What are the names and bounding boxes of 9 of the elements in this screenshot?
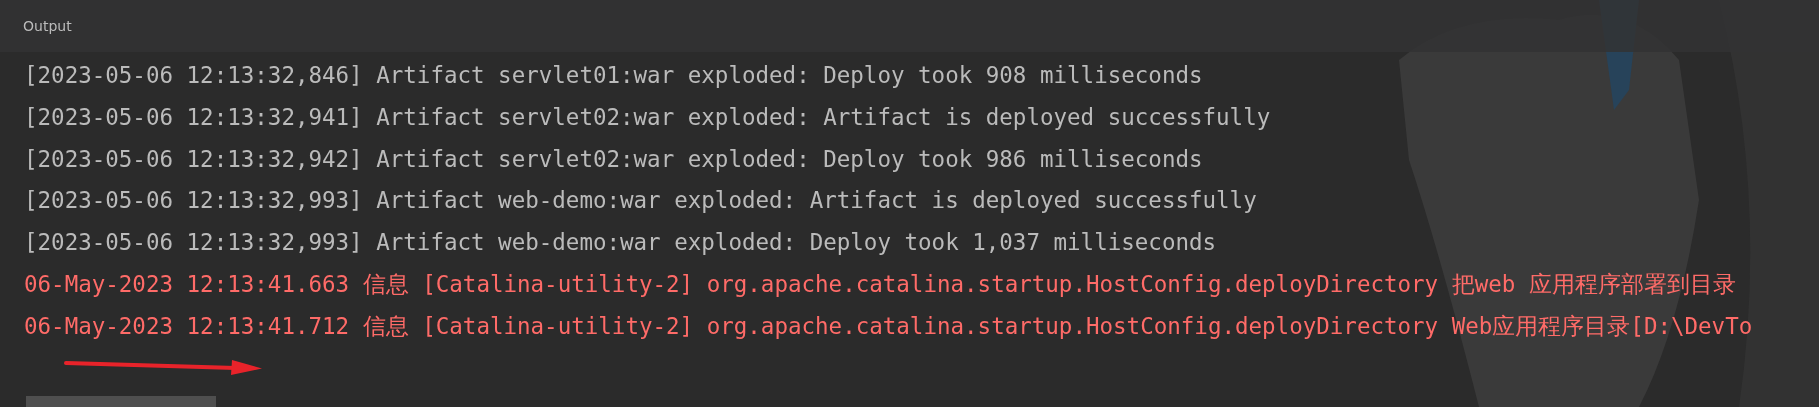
log-line: [2023-05-06 12:13:32,941] Artifact servlet02:war exploded: Artifact is deployed successfully — [24, 102, 1271, 132]
log-line: 06-May-2023 12:13:41.712 信息 [Catalina-utility-2] org.apache.catalina.startup.HostConfig.deployDirectory Web应用程序目录[D:\DevTo — [24, 311, 1753, 341]
log-line: 06-May-2023 12:13:41.663 信息 [Catalina-utility-2] org.apache.catalina.startup.HostConfig.deployDirectory 把web 应用程序部署到目录 — [24, 270, 1736, 299]
scrollbar-thumb[interactable] — [26, 396, 216, 407]
log-line: [2023-05-06 12:13:32,993] Artifact web-demo:war exploded: Artifact is deployed successfully — [24, 186, 1257, 216]
log-line: [2023-05-06 12:13:32,993] Artifact web-demo:war exploded: Deploy took 1,037 milliseconds — [24, 228, 1217, 258]
panel-title: Output — [23, 18, 72, 34]
log-line: [2023-05-06 12:13:32,846] Artifact servlet01:war exploded: Deploy took 908 milliseconds — [24, 61, 1203, 90]
log-line: [2023-05-06 12:13:32,942] Artifact servlet02:war exploded: Deploy took 986 milliseconds — [24, 144, 1203, 174]
